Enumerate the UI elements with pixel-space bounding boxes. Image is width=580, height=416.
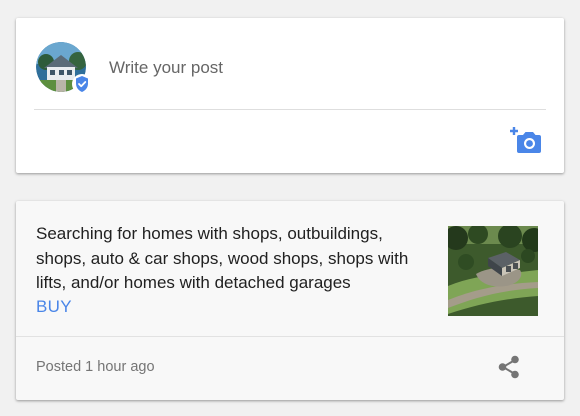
post-divider [16,336,564,337]
add-photo-icon[interactable] [510,126,542,154]
post-composer-card [16,18,564,173]
buy-link[interactable]: BUY [36,297,72,317]
post-image[interactable] [448,226,538,316]
shop-building-aerial-photo-icon [448,226,538,316]
share-icon[interactable] [495,353,523,381]
composer-divider [34,109,546,110]
verified-shield-icon [72,74,92,94]
post-timestamp: Posted 1 hour ago [36,359,155,375]
post-body-text: Searching for homes with shops, outbuild… [36,224,409,292]
post-card: Searching for homes with shops, outbuild… [16,201,564,400]
write-post-input[interactable] [109,56,529,80]
profile-avatar[interactable] [36,42,92,94]
